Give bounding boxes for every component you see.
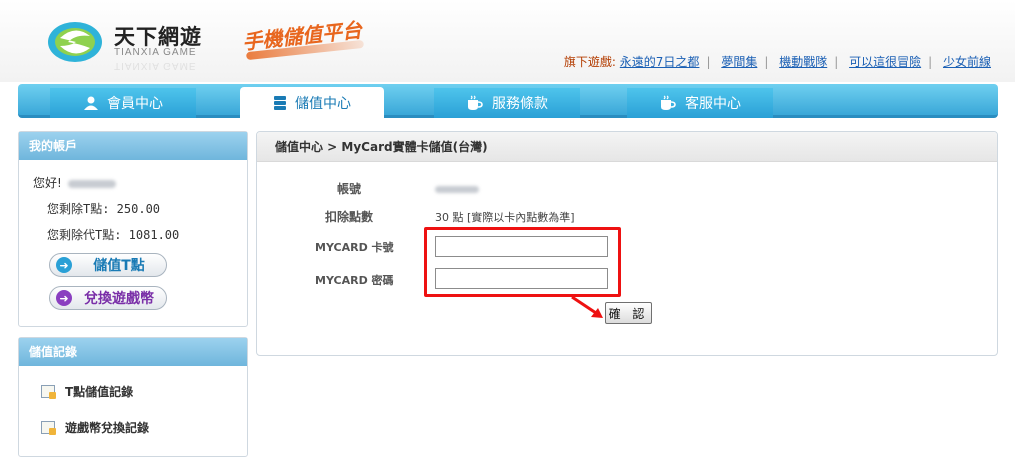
card-number-input[interactable] [435, 236, 608, 257]
card-password-label: MYCARD 密碼 [315, 274, 394, 287]
record-item-label: T點儲值記錄 [65, 385, 134, 399]
site-header: 天下網遊 TIANXIA GAME TIANXIA GAME 手機儲值平台 旗下… [0, 0, 1015, 82]
exchange-button[interactable]: ➜ 兌換遊戲幣 [49, 286, 167, 310]
game-link[interactable]: 永遠的7日之都 [620, 55, 700, 69]
game-link[interactable]: 可以這很冒險 [849, 55, 921, 69]
cup-icon [466, 95, 484, 111]
tab-label: 會員中心 [107, 96, 163, 112]
confirm-button[interactable]: 確 認 [605, 302, 652, 324]
separator: | [706, 55, 711, 69]
card-number-label: MYCARD 卡號 [315, 241, 394, 254]
tab-terms[interactable]: 服務條款 [434, 88, 580, 118]
brand-name-en: TIANXIA GAME [114, 47, 197, 58]
tab-customer-service[interactable]: 客服中心 [627, 88, 773, 118]
game-links: 旗下遊戲: 永遠的7日之都 | 夢間集 | 機動戰隊 | 可以這很冒險 | 少女前線 [564, 53, 991, 70]
masked-account [435, 185, 479, 193]
tab-topup-center[interactable]: 儲值中心 [240, 87, 384, 118]
brand-logo[interactable]: 天下網遊 TIANXIA GAME TIANXIA GAME [46, 20, 206, 71]
separator: | [764, 55, 769, 69]
account-box: 我的帳戶 您好! 您剩除T點: 250.00 您剩除代T點: 1081.00 ➜… [18, 131, 248, 327]
tab-label: 客服中心 [685, 96, 741, 112]
topup-panel: 儲值中心 > MyCard實體卡儲值(台灣) 帳號 扣除點數 30 點 [實際以… [256, 131, 998, 356]
breadcrumb: 儲值中心 > MyCard實體卡儲值(台灣) [257, 132, 997, 162]
masked-username [67, 179, 116, 188]
deduct-value: 30 點 [實際以卡內點數為準] [435, 211, 575, 224]
brand-name-reflection: TIANXIA GAME [114, 60, 197, 71]
d-point-balance: 您剩除代T點: 1081.00 [47, 228, 180, 242]
record-item-label: 遊戲幣兌換記錄 [65, 421, 150, 435]
red-arrow-icon [571, 295, 603, 318]
record-icon [41, 385, 56, 399]
t-point-balance: 您剩除T點: 250.00 [47, 202, 161, 216]
server-icon [273, 95, 287, 111]
main-nav: 會員中心 儲值中心 服務條款 客服中心 [18, 84, 998, 118]
card-password-input[interactable] [435, 268, 608, 289]
record-item-t-points[interactable]: T點儲值記錄 [41, 383, 133, 400]
topup-button-label: 儲值T點 [93, 258, 145, 274]
arrow-right-icon: ➜ [56, 257, 72, 273]
account-value [435, 182, 479, 195]
logo-mark-icon [48, 22, 102, 62]
separator: | [834, 55, 839, 69]
tab-member-center[interactable]: 會員中心 [50, 88, 196, 118]
game-link[interactable]: 少女前線 [943, 55, 991, 69]
records-box-title: 儲值記錄 [19, 338, 247, 366]
record-item-game-coins[interactable]: 遊戲幣兌換記錄 [41, 419, 149, 436]
deduct-label: 扣除點數 [325, 210, 374, 224]
greeting: 您好! [33, 174, 116, 191]
record-icon [41, 421, 56, 435]
game-links-label: 旗下遊戲: [563, 55, 616, 69]
tab-label: 服務條款 [492, 96, 548, 112]
separator: | [928, 55, 933, 69]
game-link[interactable]: 夢間集 [721, 55, 757, 69]
account-box-title: 我的帳戶 [19, 132, 247, 160]
account-label: 帳號 [337, 182, 362, 196]
game-link[interactable]: 機動戰隊 [779, 55, 827, 69]
cup-icon [659, 95, 677, 111]
greeting-text: 您好! [33, 176, 62, 190]
exchange-button-label: 兌換遊戲幣 [84, 291, 154, 307]
topup-button[interactable]: ➜ 儲值T點 [49, 253, 167, 277]
person-icon [83, 95, 99, 111]
records-box: 儲值記錄 T點儲值記錄 遊戲幣兌換記錄 [18, 337, 248, 457]
tab-label: 儲值中心 [295, 95, 351, 112]
arrow-right-icon: ➜ [56, 290, 72, 306]
